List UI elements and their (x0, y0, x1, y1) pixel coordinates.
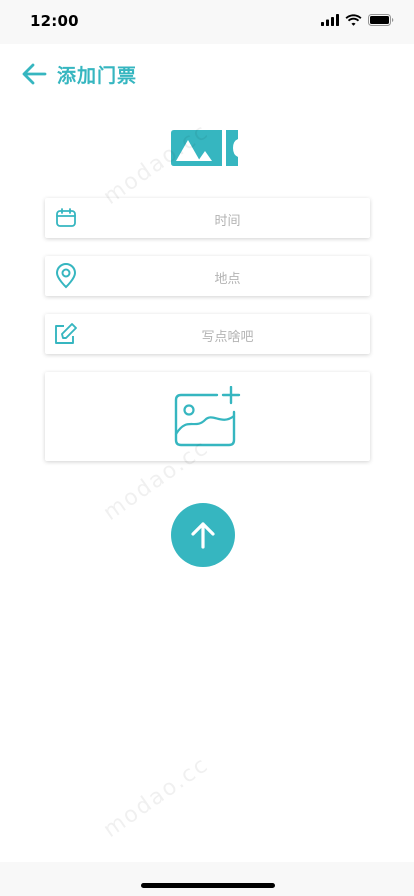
submit-button[interactable] (171, 503, 235, 567)
status-time: 12:00 (30, 12, 79, 30)
header: 添加门票 (0, 44, 414, 104)
back-button[interactable] (18, 58, 50, 90)
watermark: modao.cc (98, 752, 214, 843)
calendar-icon (53, 205, 79, 231)
home-indicator (141, 883, 275, 888)
battery-icon (368, 14, 394, 26)
add-image-icon (174, 386, 241, 447)
arrow-left-icon (22, 63, 47, 85)
note-field[interactable]: 写点啥吧 (45, 314, 370, 354)
time-field[interactable]: 时间 (45, 198, 370, 238)
status-icons (321, 14, 394, 26)
location-field[interactable]: 地点 (45, 256, 370, 296)
wifi-icon (345, 14, 362, 26)
signal-icon (321, 14, 339, 26)
page-title: 添加门票 (57, 65, 138, 87)
location-field-placeholder: 地点 (214, 272, 241, 287)
home-bar-area (0, 862, 414, 896)
arrow-up-icon (191, 522, 215, 549)
note-field-placeholder: 写点啥吧 (201, 330, 254, 345)
time-field-placeholder: 时间 (214, 214, 241, 229)
location-pin-icon (53, 263, 79, 289)
edit-icon (53, 321, 79, 347)
status-bar: 12:00 (0, 0, 414, 44)
